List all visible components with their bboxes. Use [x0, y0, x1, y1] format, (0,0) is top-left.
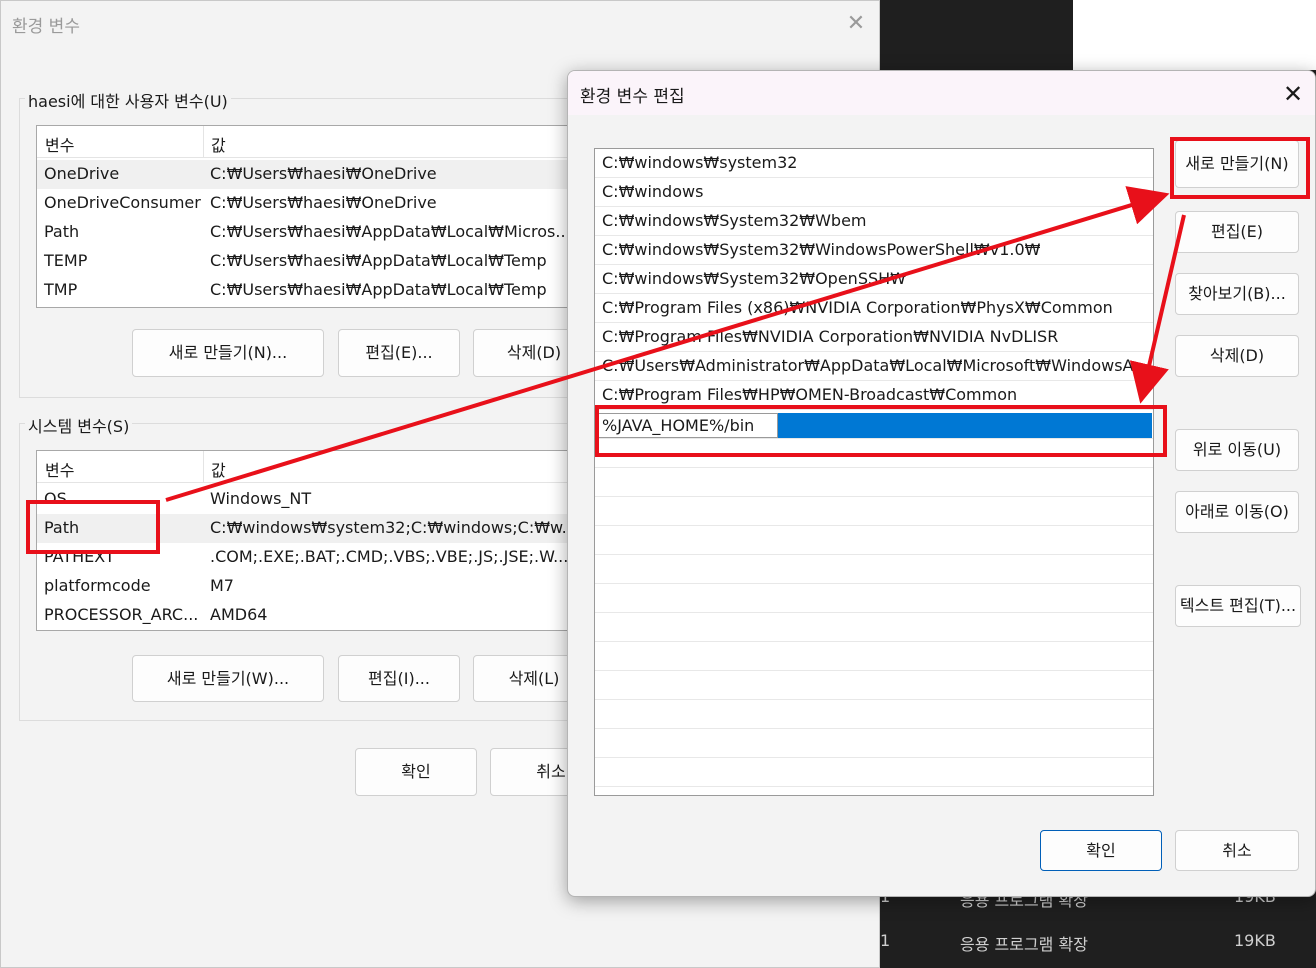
annotation-arrows — [165, 186, 1186, 502]
arrow-path-to-new — [165, 186, 1170, 502]
arrow-new-to-entry — [1129, 214, 1186, 404]
